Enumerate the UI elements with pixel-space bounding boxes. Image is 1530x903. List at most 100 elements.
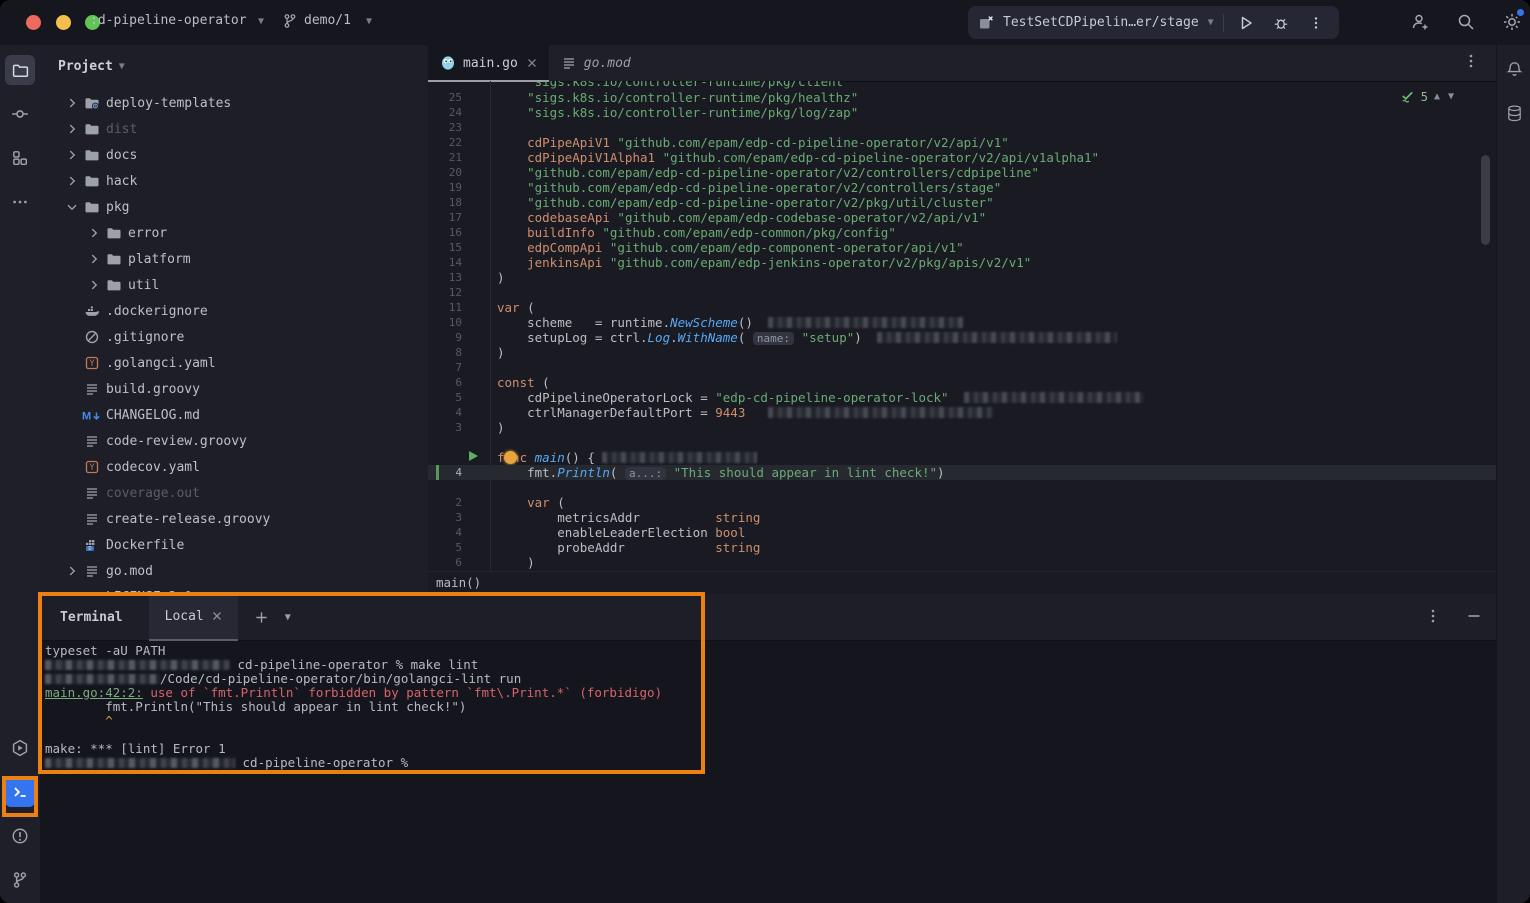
settings-gear-icon[interactable] <box>1499 9 1525 35</box>
code-line: 16 buildInfo "github.com/epam/edp-common… <box>428 225 1496 240</box>
project-name[interactable]: :d-pipeline-operator <box>90 13 247 28</box>
tree-item-platform[interactable]: platform <box>84 246 191 272</box>
tree-item-dockerfile[interactable]: DDockerfile <box>62 532 184 558</box>
terminal-tab-close-icon[interactable] <box>212 611 222 621</box>
debug-button[interactable] <box>1268 10 1294 36</box>
terminal-tab-dropdown-chevron-icon[interactable]: ▼ <box>285 612 291 623</box>
folder-icon <box>82 173 102 189</box>
intention-bulb-icon[interactable] <box>504 451 517 464</box>
tree-item-util[interactable]: util <box>84 272 159 298</box>
more-run-actions-button[interactable] <box>1303 10 1329 36</box>
tab-options-kebab-icon[interactable] <box>1464 53 1478 69</box>
editor-scrollbar[interactable] <box>1481 155 1490 245</box>
yaml-icon: Y <box>82 355 102 371</box>
project-panel-header[interactable]: Project ▼ <box>40 45 428 88</box>
code-text: var ( <box>497 495 565 510</box>
run-main-gutter-icon[interactable] <box>468 450 486 462</box>
project-tree[interactable]: deploy-templatesdist docs hackpkgerrorplat… <box>40 90 428 594</box>
tab-main-go[interactable]: main.go <box>428 45 549 81</box>
window-close-button[interactable] <box>26 15 41 30</box>
chevron-down-icon[interactable] <box>62 200 82 214</box>
code-line: 11var ( <box>428 300 1496 315</box>
chevron-right-icon[interactable] <box>62 96 82 110</box>
terminal-line: cd-pipeline-operator % make lint <box>45 658 1496 672</box>
breadcrumb[interactable]: main() <box>428 571 1496 594</box>
tool-notifications-icon[interactable] <box>1500 55 1528 83</box>
terminal-file-link[interactable]: main.go:42:2: <box>45 685 143 700</box>
line-number: 13 <box>428 270 462 285</box>
tool-structure-icon[interactable] <box>5 143 35 173</box>
tab-close-icon[interactable] <box>527 58 537 68</box>
hide-terminal-button[interactable] <box>1466 608 1482 624</box>
redacted-text <box>45 674 160 684</box>
tree-item-pkg[interactable]: pkg <box>62 194 129 220</box>
code-text: ) <box>497 270 505 285</box>
tree-item-error[interactable]: error <box>84 220 167 246</box>
editor-tab-bar: main.gogo.mod <box>428 45 1496 82</box>
branch-name[interactable]: demo/1 <box>304 13 351 28</box>
redacted-text <box>877 332 1117 343</box>
folder-icon <box>82 121 102 137</box>
new-terminal-tab-button[interactable] <box>254 610 269 625</box>
code-line: 3) <box>428 420 1496 435</box>
terminal-options-kebab-icon[interactable] <box>1426 608 1440 624</box>
chevron-down-icon[interactable]: ▼ <box>1208 17 1214 28</box>
tool-version-control-icon[interactable] <box>5 865 35 895</box>
tree-item-label: docs <box>106 148 137 163</box>
tree-item-docs[interactable]: docs <box>62 142 137 168</box>
code-line: "sigs.k8s.io/controller-runtime/pkg/clie… <box>428 81 1496 90</box>
chevron-right-icon[interactable] <box>62 174 82 188</box>
tool-commit-icon[interactable] <box>5 99 35 129</box>
tree-item-deploy-templates[interactable]: deploy-templates <box>62 90 231 116</box>
terminal-tab-local[interactable]: Local <box>149 593 238 641</box>
branch-icon <box>282 13 298 29</box>
tool-project-icon[interactable] <box>5 55 35 85</box>
chevron-right-icon[interactable] <box>84 226 104 240</box>
chevron-right-icon[interactable] <box>62 148 82 162</box>
ignore-icon <box>82 329 102 345</box>
chevron-right-icon[interactable] <box>84 278 104 292</box>
tree-item--gitignore[interactable]: .gitignore <box>62 324 184 350</box>
run-button[interactable] <box>1233 10 1259 36</box>
code-line: 4 enableLeaderElection bool <box>428 525 1496 540</box>
chevron-right-icon[interactable] <box>84 252 104 266</box>
tab-go-mod[interactable]: go.mod <box>549 45 643 81</box>
run-config-icon <box>978 15 994 31</box>
code-line: 5 cdPipelineOperatorLock = "edp-cd-pipel… <box>428 390 1496 405</box>
tree-item-hack[interactable]: hack <box>62 168 137 194</box>
tool-terminal-icon[interactable] <box>5 777 35 807</box>
tree-item-label: coverage.out <box>106 486 200 501</box>
window-minimize-button[interactable] <box>56 15 71 30</box>
run-config-name[interactable]: TestSetCDPipelin…er/stage <box>1003 15 1199 30</box>
left-tool-strip <box>0 45 41 903</box>
chevron-right-icon[interactable] <box>62 122 82 136</box>
tool-database-icon[interactable] <box>1500 99 1528 127</box>
terminal-line: make: *** [lint] Error 1 <box>45 742 1496 756</box>
terminal-output[interactable]: typeset -aU PATH cd-pipeline-operator % … <box>45 640 1496 903</box>
code-line: 24 "sigs.k8s.io/controller-runtime/pkg/l… <box>428 105 1496 120</box>
tree-item-codecov-yaml[interactable]: Ycodecov.yaml <box>62 454 200 480</box>
tree-item-go-mod[interactable]: go.mod <box>62 558 153 584</box>
terminal-panel: Terminal Local ▼ typeset -aU PATH cd-pip… <box>40 594 1496 903</box>
code-line: 17 codebaseApi "github.com/epam/edp-code… <box>428 210 1496 225</box>
line-number: 4 <box>428 405 462 420</box>
tree-item-changelog-md[interactable]: MCHANGELOG.md <box>62 402 200 428</box>
tree-item-code-review-groovy[interactable]: code-review.groovy <box>62 428 247 454</box>
code-text: "github.com/epam/edp-cd-pipeline-operato… <box>497 195 994 210</box>
tree-item--golangci-yaml[interactable]: Y.golangci.yaml <box>62 350 216 376</box>
tree-item-create-release-groovy[interactable]: create-release.groovy <box>62 506 270 532</box>
right-tool-strip <box>1496 45 1530 903</box>
chevron-right-icon[interactable] <box>62 564 82 578</box>
code-area[interactable]: "sigs.k8s.io/controller-runtime/pkg/clie… <box>428 81 1496 572</box>
tree-item-coverage-out[interactable]: coverage.out <box>62 480 200 506</box>
tool-services-icon[interactable] <box>5 733 35 763</box>
tree-item--dockerignore[interactable]: .dockerignore <box>62 298 208 324</box>
tool-problems-icon[interactable] <box>5 821 35 851</box>
editor[interactable]: main.gogo.mod 5 ▲▼ "sigs.k8s.io/controll… <box>428 45 1496 594</box>
add-user-button[interactable] <box>1407 9 1433 35</box>
tree-item-dist[interactable]: dist <box>62 116 137 142</box>
tool-more-tools-icon[interactable] <box>5 187 35 217</box>
tree-item-build-groovy[interactable]: build.groovy <box>62 376 200 402</box>
search-icon[interactable] <box>1453 9 1479 35</box>
line-number: 6 <box>428 375 462 390</box>
